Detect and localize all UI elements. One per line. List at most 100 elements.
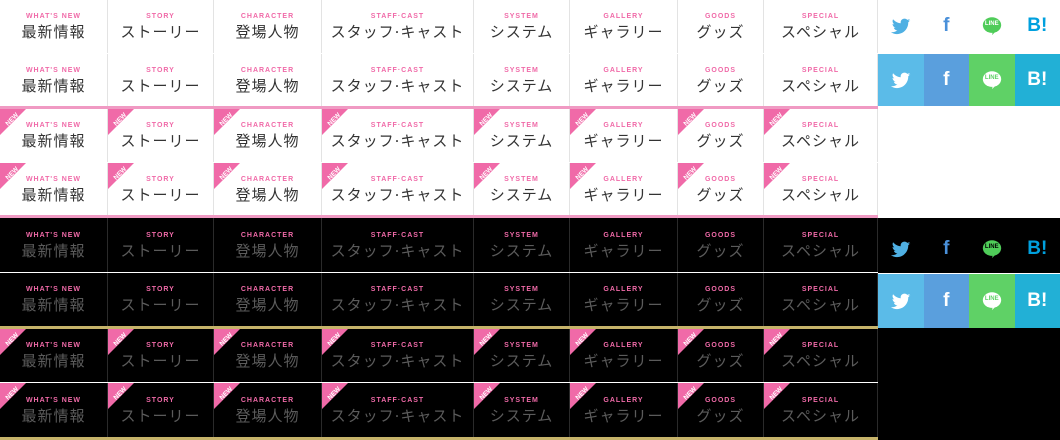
nav-item-story[interactable]: STORY ストーリー NEW xyxy=(108,329,214,382)
nav-item-staff-cast[interactable]: STAFF·CAST スタッフ·キャスト xyxy=(322,273,474,326)
share-twitter-button[interactable] xyxy=(878,274,924,328)
nav-item-ja-label: グッズ xyxy=(696,352,745,370)
nav-item-special[interactable]: SPECIAL スペシャル NEW xyxy=(764,109,878,162)
dark-area-fill xyxy=(878,218,1060,225)
nav-item-staff-cast[interactable]: STAFF·CAST スタッフ·キャスト NEW xyxy=(322,383,474,437)
nav-item-special[interactable]: SPECIAL スペシャル NEW xyxy=(764,383,878,437)
share-facebook-button[interactable]: f xyxy=(924,0,970,52)
nav-item-character[interactable]: CHARACTER 登場人物 xyxy=(214,218,322,272)
nav-item-story[interactable]: STORY ストーリー xyxy=(108,0,214,53)
nav-item-special[interactable]: SPECIAL スペシャル NEW xyxy=(764,329,878,382)
share-hatena-bookmark-button[interactable]: B! xyxy=(1015,0,1060,52)
nav-item-goods[interactable]: GOODS グッズ xyxy=(678,218,764,272)
nav-item-gallery[interactable]: GALLERY ギャラリー NEW xyxy=(570,109,678,162)
share-facebook-button[interactable]: f xyxy=(923,54,969,106)
nav-item-staff-cast[interactable]: STAFF·CAST スタッフ·キャスト NEW xyxy=(322,329,474,382)
nav-item-gallery[interactable]: GALLERY ギャラリー xyxy=(570,273,678,326)
nav-item-system[interactable]: SYSTEM システム xyxy=(474,0,570,53)
nav-item-story[interactable]: STORY ストーリー xyxy=(108,273,214,326)
nav-item-en-label: WHAT'S NEW xyxy=(25,13,82,20)
nav-item-special[interactable]: SPECIAL スペシャル xyxy=(764,54,878,106)
share-buttons-light: f LINE B! xyxy=(878,0,1060,52)
nav-item-system[interactable]: SYSTEM システム xyxy=(474,218,570,272)
nav-item-gallery[interactable]: GALLERY ギャラリー NEW xyxy=(570,329,678,382)
nav-item-what-s-new[interactable]: WHAT'S NEW 最新情報 NEW xyxy=(0,329,108,382)
nav-item-ja-label: ギャラリー xyxy=(583,352,664,370)
nav-item-gallery[interactable]: GALLERY ギャラリー NEW xyxy=(570,383,678,437)
nav-item-ja-label: スタッフ·キャスト xyxy=(330,406,465,425)
nav-item-goods[interactable]: GOODS グッズ NEW xyxy=(678,383,764,437)
nav-item-what-s-new[interactable]: WHAT'S NEW 最新情報 NEW xyxy=(0,163,108,215)
nav-item-character[interactable]: CHARACTER 登場人物 NEW xyxy=(214,329,322,382)
nav-item-what-s-new[interactable]: WHAT'S NEW 最新情報 xyxy=(0,54,108,106)
nav-item-ja-label: グッズ xyxy=(696,185,745,204)
nav-item-system[interactable]: SYSTEM システム NEW xyxy=(474,329,570,382)
nav-item-goods[interactable]: GOODS グッズ NEW xyxy=(678,109,764,162)
nav-item-ja-label: グッズ xyxy=(696,76,745,95)
nav-item-en-label: GALLERY xyxy=(603,231,644,239)
nav-item-system[interactable]: SYSTEM システム NEW xyxy=(474,109,570,162)
nav-item-system[interactable]: SYSTEM システム xyxy=(474,273,570,326)
nav-item-en-label: SPECIAL xyxy=(801,231,840,239)
share-line-button[interactable]: LINE xyxy=(969,54,1015,106)
nav-item-gallery[interactable]: GALLERY ギャラリー NEW xyxy=(570,163,678,215)
share-twitter-button[interactable] xyxy=(878,54,924,106)
nav-item-goods[interactable]: GOODS グッズ NEW xyxy=(678,163,764,215)
nav-item-en-label: GALLERY xyxy=(603,342,644,349)
nav-item-character[interactable]: CHARACTER 登場人物 NEW xyxy=(214,109,322,162)
nav-item-ja-label: スペシャル xyxy=(781,406,860,425)
nav-item-staff-cast[interactable]: STAFF·CAST スタッフ·キャスト xyxy=(322,218,474,272)
nav-item-gallery[interactable]: GALLERY ギャラリー xyxy=(570,54,678,106)
share-hatena-bookmark-button[interactable]: B! xyxy=(1015,225,1060,273)
nav-item-system[interactable]: SYSTEM システム NEW xyxy=(474,383,570,437)
nav-item-ja-label: 最新情報 xyxy=(21,352,86,370)
nav-item-what-s-new[interactable]: WHAT'S NEW 最新情報 xyxy=(0,218,108,272)
nav-item-character[interactable]: CHARACTER 登場人物 NEW xyxy=(214,163,322,215)
nav-item-story[interactable]: STORY ストーリー xyxy=(108,218,214,272)
nav-item-character[interactable]: CHARACTER 登場人物 NEW xyxy=(214,383,322,437)
share-twitter-button[interactable] xyxy=(878,225,924,273)
nav-item-what-s-new[interactable]: WHAT'S NEW 最新情報 NEW xyxy=(0,109,108,162)
nav-item-story[interactable]: STORY ストーリー NEW xyxy=(108,163,214,215)
share-hatena-bookmark-button[interactable]: B! xyxy=(1014,274,1060,328)
nav-item-system[interactable]: SYSTEM システム xyxy=(474,54,570,106)
nav-item-character[interactable]: CHARACTER 登場人物 xyxy=(214,273,322,326)
nav-item-story[interactable]: STORY ストーリー NEW xyxy=(108,383,214,437)
nav-item-en-label: GALLERY xyxy=(603,66,644,74)
nav-item-character[interactable]: CHARACTER 登場人物 xyxy=(214,0,322,53)
nav-item-system[interactable]: SYSTEM システム NEW xyxy=(474,163,570,215)
nav-item-story[interactable]: STORY ストーリー xyxy=(108,54,214,106)
nav-item-goods[interactable]: GOODS グッズ xyxy=(678,54,764,106)
nav-item-goods[interactable]: GOODS グッズ NEW xyxy=(678,329,764,382)
nav-item-special[interactable]: SPECIAL スペシャル xyxy=(764,218,878,272)
share-line-button[interactable]: LINE xyxy=(969,0,1015,52)
nav-item-special[interactable]: SPECIAL スペシャル xyxy=(764,273,878,326)
share-line-button[interactable]: LINE xyxy=(969,274,1015,328)
nav-item-goods[interactable]: GOODS グッズ xyxy=(678,0,764,53)
nav-item-gallery[interactable]: GALLERY ギャラリー xyxy=(570,0,678,53)
nav-item-staff-cast[interactable]: STAFF·CAST スタッフ·キャスト xyxy=(322,54,474,106)
share-facebook-button[interactable]: f xyxy=(924,225,970,273)
nav-item-ja-label: 最新情報 xyxy=(21,406,86,425)
share-facebook-button[interactable]: f xyxy=(923,274,969,328)
nav-item-special[interactable]: SPECIAL スペシャル xyxy=(764,0,878,53)
nav-item-character[interactable]: CHARACTER 登場人物 xyxy=(214,54,322,106)
nav-item-en-label: STORY xyxy=(146,66,175,74)
nav-item-staff-cast[interactable]: STAFF·CAST スタッフ·キャスト NEW xyxy=(322,109,474,162)
nav-item-ja-label: 最新情報 xyxy=(21,76,86,95)
nav-item-story[interactable]: STORY ストーリー NEW xyxy=(108,109,214,162)
nav-item-what-s-new[interactable]: WHAT'S NEW 最新情報 NEW xyxy=(0,383,108,437)
share-twitter-button[interactable] xyxy=(878,0,924,52)
nav-item-gallery[interactable]: GALLERY ギャラリー xyxy=(570,218,678,272)
share-line-button[interactable]: LINE xyxy=(969,225,1015,273)
nav-item-staff-cast[interactable]: STAFF·CAST スタッフ·キャスト xyxy=(322,0,474,53)
new-badge: NEW xyxy=(474,109,500,135)
nav-item-staff-cast[interactable]: STAFF·CAST スタッフ·キャスト NEW xyxy=(322,163,474,215)
nav-item-ja-label: グッズ xyxy=(696,241,745,260)
nav-item-what-s-new[interactable]: WHAT'S NEW 最新情報 xyxy=(0,0,108,53)
nav-item-ja-label: ストーリー xyxy=(120,352,201,370)
nav-item-goods[interactable]: GOODS グッズ xyxy=(678,273,764,326)
nav-item-special[interactable]: SPECIAL スペシャル NEW xyxy=(764,163,878,215)
nav-item-what-s-new[interactable]: WHAT'S NEW 最新情報 xyxy=(0,273,108,326)
share-hatena-bookmark-button[interactable]: B! xyxy=(1014,54,1060,106)
